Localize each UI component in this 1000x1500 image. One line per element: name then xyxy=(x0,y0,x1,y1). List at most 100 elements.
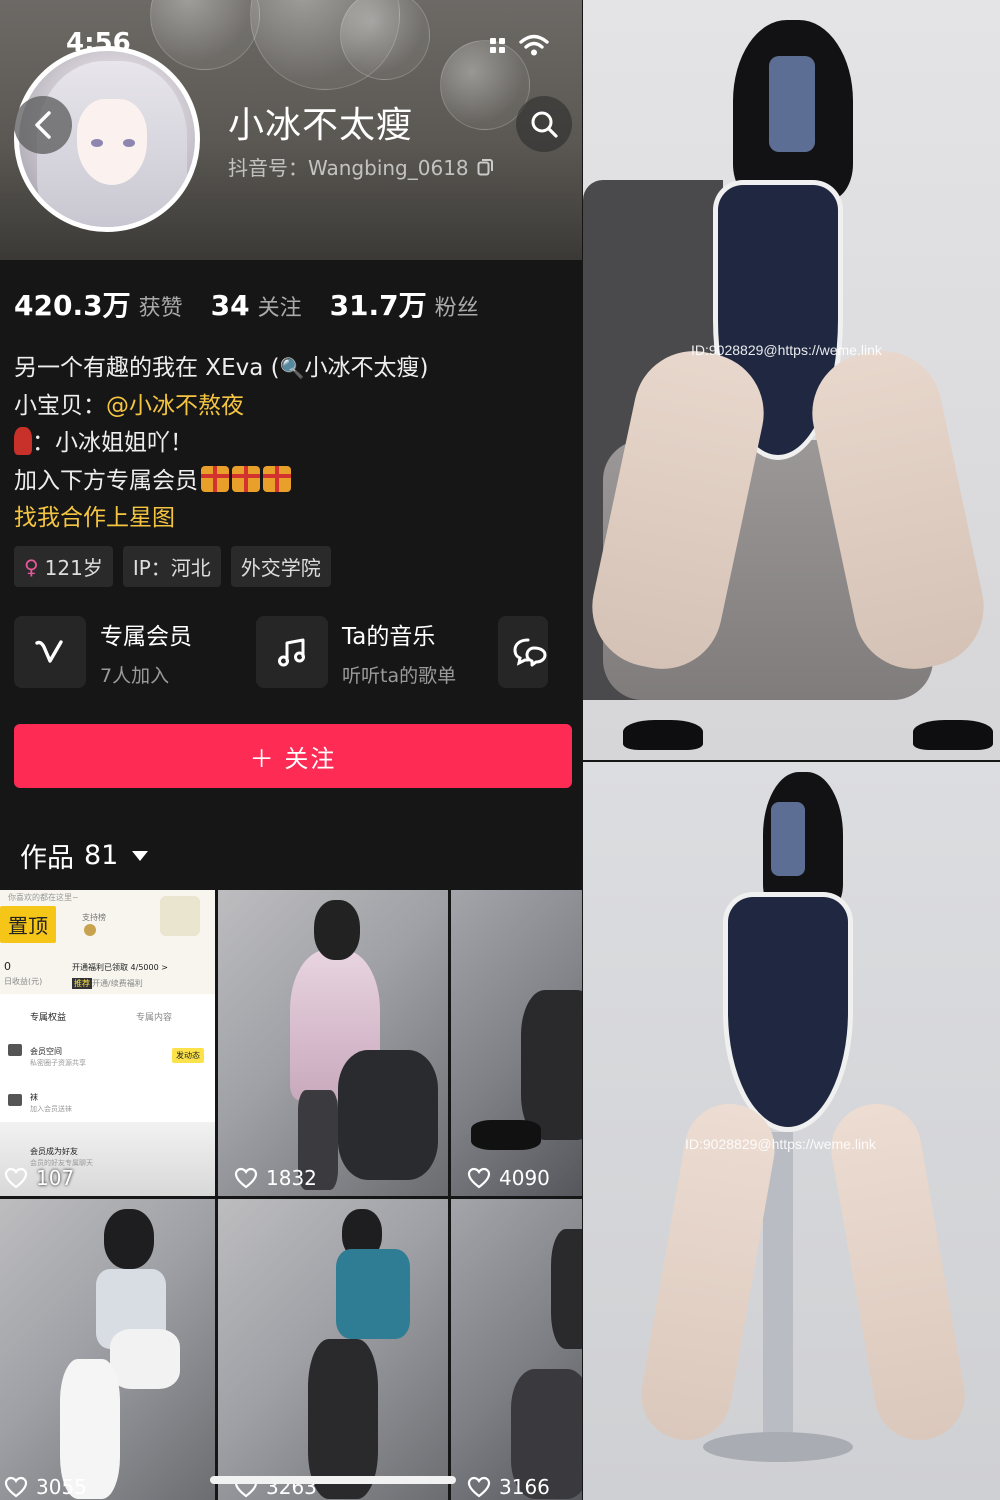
like-count-value: 4090 xyxy=(499,1166,550,1190)
mini-text: 你喜欢的都在这里~ xyxy=(8,893,79,902)
douyin-id: 抖音号：Wangbing_0618 xyxy=(228,156,469,180)
card-music[interactable]: Ta的音乐 听听ta的歌单 xyxy=(256,616,498,688)
profile-stats: 420.3万 获赞 34 关注 31.7万 粉丝 xyxy=(14,284,479,324)
work-thumbnail xyxy=(104,1209,154,1269)
phone xyxy=(771,802,805,876)
mini-text: 会员空间 xyxy=(30,1047,62,1056)
work-item[interactable]: 3166 xyxy=(451,1199,582,1500)
gift-icon xyxy=(201,465,229,492)
work-item[interactable]: 1832 xyxy=(218,890,448,1196)
photo-top: ID:9028829@https://weme.link xyxy=(583,0,1000,760)
stat-value: 31.7万 xyxy=(329,289,427,322)
watermark-text: ID:9028829@https://weme.link xyxy=(691,342,882,358)
stat-following[interactable]: 34 关注 xyxy=(211,289,302,322)
stat-value: 34 xyxy=(210,289,250,322)
like-count: 3166 xyxy=(467,1475,550,1499)
phone xyxy=(769,56,815,152)
profile-screen: 4:56 小冰不太瘦 抖音号：Wangbing_0618 420.3万 获赞 3… xyxy=(0,0,582,1500)
magnifier-icon: 🔍 xyxy=(279,356,305,380)
xingtu-link[interactable]: 找我合作上星图 xyxy=(14,505,175,531)
bio-mention-link[interactable]: @小冰不熬夜 xyxy=(106,393,244,419)
bio-text: 小宝贝： xyxy=(14,392,106,419)
like-count: 107 xyxy=(4,1166,74,1190)
stat-followers[interactable]: 31.7万 粉丝 xyxy=(330,284,479,324)
works-count: 81 xyxy=(84,840,119,871)
shoe-left xyxy=(623,720,703,750)
stat-label: 粉丝 xyxy=(434,296,479,321)
watermark-text: ID:9028829@https://weme.link xyxy=(685,1136,876,1152)
heart-icon xyxy=(467,1476,491,1498)
heart-icon xyxy=(4,1476,28,1498)
card-group-chat[interactable] xyxy=(498,616,558,688)
photo-bottom: ID:9028829@https://weme.link xyxy=(583,762,1000,1500)
stat-value: 420.3万 xyxy=(14,289,131,322)
music-note-icon xyxy=(256,616,328,688)
like-count: 1832 xyxy=(234,1166,317,1190)
bio-text: ：小冰姐姐吖！ xyxy=(32,430,193,456)
search-icon xyxy=(531,111,558,138)
ceiling-lamp xyxy=(150,0,260,70)
bio-line: ：小冰姐姐吖！ xyxy=(14,425,428,463)
work-item[interactable]: 3263 xyxy=(218,1199,448,1500)
mini-text: 日收益(元) xyxy=(4,977,43,986)
bio-text: 另一个有趣的我在 XEva ( xyxy=(14,355,280,381)
status-icons xyxy=(490,34,549,56)
profile-name: 小冰不太瘦 xyxy=(228,105,414,146)
tag-ip: IP：河北 xyxy=(122,546,221,587)
work-thumbnail xyxy=(308,1339,378,1499)
mini-banner-image xyxy=(160,896,200,936)
home-indicator[interactable] xyxy=(210,1476,456,1484)
mini-icon xyxy=(8,1094,22,1106)
profile-bio: 另一个有趣的我在 XEva (🔍小冰不太瘦) 小宝贝：@小冰不熬夜 ：小冰姐姐吖… xyxy=(14,350,428,538)
like-count: 3055 xyxy=(4,1475,87,1499)
mini-button: 发动态 xyxy=(172,1048,204,1063)
stat-likes[interactable]: 420.3万 获赞 xyxy=(14,284,183,324)
work-item-pinned[interactable]: 你喜欢的都在这里~ 置顶 支持榜 0 日收益(元) 开通福利已领取 4/5000… xyxy=(0,890,215,1196)
mini-text: 支持榜 xyxy=(82,913,106,922)
tag-label: 外交学院 xyxy=(240,556,321,580)
search-button[interactable] xyxy=(516,96,572,152)
card-title: Ta的音乐 xyxy=(342,623,436,650)
tag-school[interactable]: 外交学院 xyxy=(230,546,331,587)
heart-icon xyxy=(467,1167,491,1189)
gift-icon xyxy=(263,465,291,492)
shoe-right xyxy=(913,720,993,750)
follow-button[interactable]: ＋ 关注 xyxy=(14,724,572,788)
like-count-value: 107 xyxy=(36,1166,75,1190)
stat-label: 获赞 xyxy=(138,296,183,321)
like-count: 4090 xyxy=(467,1166,550,1190)
work-item[interactable]: 4090 xyxy=(451,890,582,1196)
douyin-id-row[interactable]: 抖音号：Wangbing_0618 xyxy=(228,152,493,181)
heart-icon xyxy=(4,1167,28,1189)
gift-icon xyxy=(232,465,260,492)
work-thumbnail xyxy=(314,900,360,960)
mini-text: 会员成为好友 xyxy=(30,1147,78,1156)
card-title: 专属会员 xyxy=(100,623,192,650)
tag-label: IP：河北 xyxy=(132,556,211,580)
female-icon: ♀ xyxy=(24,554,39,579)
mini-text: 0 xyxy=(4,960,11,973)
bio-line: 加入下方专属会员 xyxy=(14,463,428,501)
bio-line: 找我合作上星图 xyxy=(14,500,428,538)
work-thumbnail xyxy=(336,1249,410,1339)
pinned-badge: 置顶 xyxy=(0,906,56,943)
mini-text: 私密圈子资源共享 xyxy=(30,1059,86,1067)
mini-text: 专属权益 xyxy=(30,1013,67,1023)
scarf-icon xyxy=(14,427,32,455)
work-item[interactable]: 3055 xyxy=(0,1199,215,1500)
mini-text: 开通/续费福利 xyxy=(92,979,143,988)
mini-tag: 推荐 xyxy=(72,978,92,989)
copy-icon[interactable] xyxy=(477,158,493,176)
works-label: 作品 xyxy=(20,843,74,874)
card-subtitle: 7人加入 xyxy=(100,664,170,687)
caret-down-icon xyxy=(132,850,149,861)
chat-bubble-icon xyxy=(498,616,548,688)
wifi-icon xyxy=(519,34,549,56)
card-exclusive-membership[interactable]: 专属会员 7人加入 xyxy=(14,616,256,688)
works-tab[interactable]: 作品 81 xyxy=(20,836,149,875)
signal-icon xyxy=(490,37,505,53)
back-button[interactable] xyxy=(14,96,72,154)
work-thumbnail xyxy=(338,1050,438,1180)
work-thumbnail xyxy=(521,990,582,1140)
bio-line: 另一个有趣的我在 XEva (🔍小冰不太瘦) xyxy=(14,350,428,388)
